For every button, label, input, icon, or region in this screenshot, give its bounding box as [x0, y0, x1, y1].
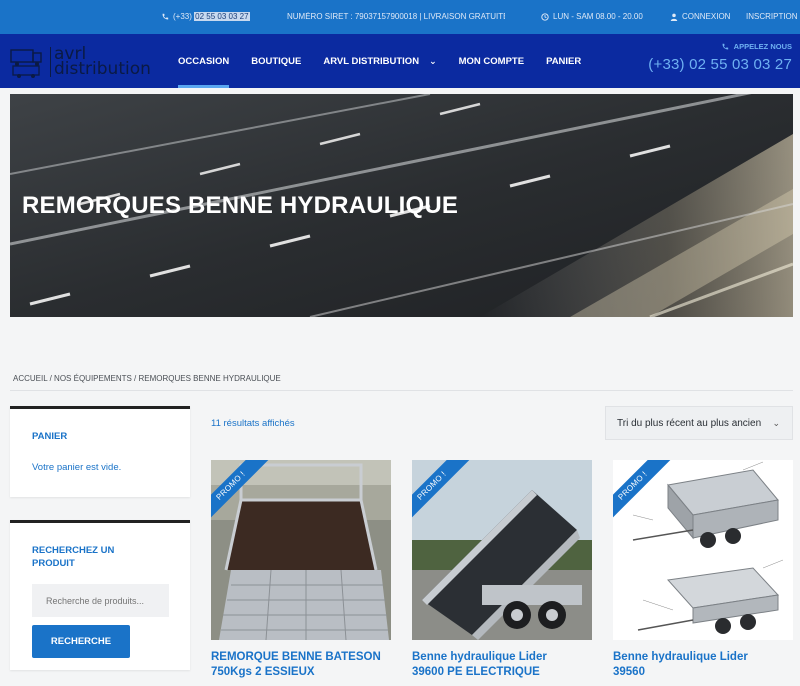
phone-icon	[722, 43, 728, 49]
user-icon	[670, 13, 678, 21]
nav-item-arvl-distribution[interactable]: ARVL DISTRIBUTION ⌄	[317, 34, 442, 88]
nav-item-arvl-label: ARVL DISTRIBUTION	[323, 55, 420, 67]
product-image[interactable]: PROMO !	[412, 460, 592, 640]
register-link[interactable]: INSCRIPTION	[746, 12, 798, 21]
topbar-siret: NUMÉRO SIRET : 79037157900018 | LIVRAISO…	[283, 12, 505, 21]
search-widget: RECHERCHEZ UN PRODUIT RECHERCHE	[10, 520, 190, 670]
product-title-line2: 39600 PE ELECTRIQUE	[412, 666, 540, 678]
topbar-login[interactable]: CONNEXION	[670, 12, 730, 21]
call-us-label-row: APPELEZ NOUS	[648, 42, 792, 51]
truck-logo-icon	[10, 49, 42, 78]
clock-icon	[541, 12, 549, 21]
divider	[10, 390, 793, 391]
product-title[interactable]: REMORQUE BENNE BATESON 750Kgs 2 ESSIEUX	[211, 650, 391, 680]
main-menu: OCCASION BOUTIQUE ARVL DISTRIBUTION ⌄ MO…	[172, 34, 597, 88]
product-image[interactable]: PROMO !	[211, 460, 391, 640]
call-us-label: APPELEZ NOUS	[733, 42, 792, 51]
topbar-hours: LUN - SAM 08.00 - 20.00	[541, 12, 643, 21]
chevron-down-icon: ⌄	[429, 55, 437, 66]
nav-item-panier[interactable]: PANIER	[540, 34, 587, 88]
cart-widget: PANIER Votre panier est vide.	[10, 406, 190, 497]
top-info-bar: (+33) 02 55 03 03 27 NUMÉRO SIRET : 7903…	[0, 0, 800, 34]
logo-line2: distribution	[54, 59, 151, 79]
nav-item-boutique[interactable]: BOUTIQUE	[245, 34, 307, 88]
product-title-line1: Benne hydraulique Lider	[613, 651, 748, 663]
nav-item-mon-compte[interactable]: MON COMPTE	[453, 34, 530, 88]
phone-prefix: (+33)	[173, 12, 192, 21]
results-count: 11 résultats affichés	[211, 418, 295, 429]
sort-select[interactable]: Tri du plus récent au plus ancien ⌄	[605, 406, 793, 440]
breadcrumb[interactable]: ACCUEIL / NOS ÉQUIPEMENTS / REMORQUES BE…	[13, 374, 281, 383]
login-link[interactable]: CONNEXION	[682, 12, 730, 21]
product-title[interactable]: Benne hydraulique Lider 39600 PE ELECTRI…	[412, 650, 592, 680]
topbar-phone[interactable]: (+33) 02 55 03 03 27	[161, 12, 250, 21]
product-title-line2: 39560	[613, 666, 645, 678]
phone-number: 02 55 03 03 27	[194, 12, 250, 21]
call-us-number[interactable]: (+33) 02 55 03 03 27	[648, 56, 792, 73]
cart-empty-message: Votre panier est vide.	[32, 462, 122, 473]
main-navbar: avrl distribution OCCASION BOUTIQUE ARVL…	[0, 34, 800, 88]
product-card[interactable]: PROMO ! Benne hydraulique Lider 39600 PE…	[412, 460, 592, 680]
sort-selected-value: Tri du plus récent au plus ancien	[617, 417, 762, 429]
phone-icon	[162, 13, 169, 19]
product-title[interactable]: Benne hydraulique Lider 39560	[613, 650, 793, 680]
cart-widget-title: PANIER	[32, 431, 68, 442]
nav-item-occasion[interactable]: OCCASION	[172, 34, 235, 88]
search-widget-title: RECHERCHEZ UN PRODUIT	[32, 545, 115, 569]
product-search-input[interactable]	[32, 584, 169, 617]
site-logo[interactable]: avrl distribution	[10, 44, 151, 80]
logo-wordmark: avrl distribution	[50, 46, 151, 79]
page-hero-banner: REMORQUES BENNE HYDRAULIQUE	[10, 94, 793, 317]
product-title-line2: 750Kgs 2 ESSIEUX	[211, 666, 315, 678]
product-title-line1: REMORQUE BENNE BATESON	[211, 651, 381, 663]
product-card[interactable]: PROMO ! REMORQUE BENNE BATESON 750Kgs 2 …	[211, 460, 391, 680]
product-card[interactable]: PROMO ! Benne hydraulique Lider 39560	[613, 460, 793, 680]
hours-text: LUN - SAM 08.00 - 20.00	[553, 12, 643, 21]
search-button[interactable]: RECHERCHE	[32, 625, 130, 658]
call-us-block[interactable]: APPELEZ NOUS (+33) 02 55 03 03 27	[648, 42, 792, 73]
page-title: REMORQUES BENNE HYDRAULIQUE	[22, 192, 459, 219]
chevron-down-icon: ⌄	[772, 418, 780, 428]
product-title-line1: Benne hydraulique Lider	[412, 651, 547, 663]
product-image[interactable]: PROMO !	[613, 460, 793, 640]
siret-text: NUMÉRO SIRET : 79037157900018 | LIVRAISO…	[287, 12, 505, 21]
